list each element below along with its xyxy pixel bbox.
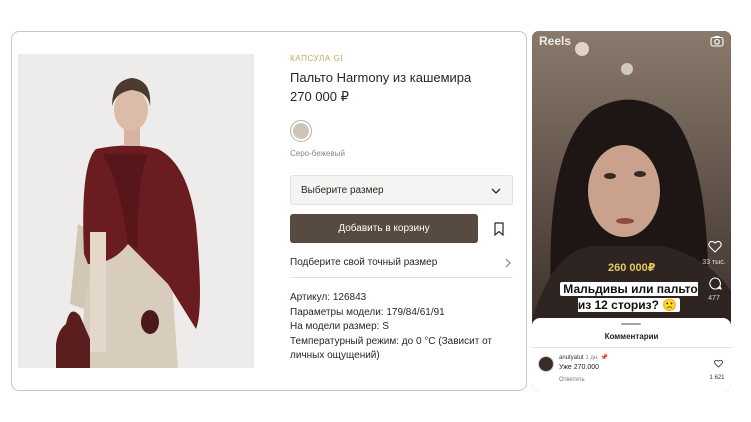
comment-text: Уже 270.000 [559, 364, 600, 371]
bookmark-icon[interactable] [493, 222, 505, 236]
comments-count: 477 [708, 295, 720, 302]
comment-icon[interactable] [709, 277, 722, 290]
size-select-placeholder: Выберите размер [301, 185, 384, 196]
pin-icon: 📌 [600, 355, 609, 361]
reel-caption: Мальдивы или пальто из 12 сториз? 🙁 [554, 281, 704, 313]
comment-time: 1 дн. [585, 355, 599, 361]
model-photo-illustration [18, 54, 254, 368]
chevron-down-icon [491, 188, 501, 194]
comments-sheet-title: Комментарии [604, 332, 659, 341]
product-card: КАПСУЛА GI Пальто Harmony из кашемира 27… [11, 31, 527, 391]
reels-header-title: Reels [539, 34, 572, 48]
add-to-cart-button[interactable]: Добавить в корзину [290, 214, 478, 243]
comment-likes: 1 621 [709, 375, 725, 381]
spec-model-size: На модели размер: S [290, 321, 389, 332]
comment-heart-icon[interactable] [714, 359, 723, 368]
camera-icon[interactable] [710, 35, 724, 47]
heart-icon[interactable] [708, 240, 722, 253]
likes-count: 33 тыс. [702, 259, 726, 266]
color-swatch[interactable] [290, 120, 312, 142]
spec-temperature: Температурный режим: до 0 °С (Зависит от… [290, 335, 493, 362]
comment-username[interactable]: anutyatut [559, 355, 584, 361]
reply-button[interactable]: Ответить [559, 377, 585, 383]
reel-video-frame [532, 31, 731, 321]
comments-sheet: Комментарии anutyatut 1 дн. 📌 Уже 270.00… [532, 318, 731, 391]
size-fit-link[interactable]: Подберите свой точный размер [290, 254, 513, 278]
divider [532, 347, 731, 348]
size-fit-link-label: Подберите свой точный размер [290, 257, 438, 268]
product-info: КАПСУЛА GI Пальто Harmony из кашемира 27… [290, 32, 514, 390]
collection-label: КАПСУЛА GI [290, 54, 344, 63]
color-name: Серо-беже­вый [290, 149, 345, 158]
reel-video[interactable] [532, 31, 731, 321]
reels-panel: Reels 33 тыс. 477 260 000₽ Мальдивы или … [532, 31, 731, 391]
avatar[interactable] [538, 356, 554, 372]
product-specs: Артикул: 126843 Параметры модели: 179/84… [290, 291, 510, 364]
chevron-right-icon [505, 258, 511, 268]
reel-caption-text: Мальдивы или пальто из 12 сториз? 🙁 [560, 282, 698, 312]
product-title: Пальто Harmony из кашемира [290, 70, 472, 85]
size-select[interactable]: Выберите размер [290, 175, 513, 205]
overlay-price: 260 000₽ [608, 262, 656, 274]
sheet-handle[interactable] [621, 323, 641, 325]
spec-article: Артикул: 126843 [290, 292, 367, 303]
product-photo[interactable] [18, 54, 254, 368]
product-price: 270 000 ₽ [290, 89, 349, 104]
comment-header: anutyatut 1 дн. 📌 [559, 354, 608, 361]
spec-model-params: Параметры модели: 179/84/61/91 [290, 306, 445, 318]
